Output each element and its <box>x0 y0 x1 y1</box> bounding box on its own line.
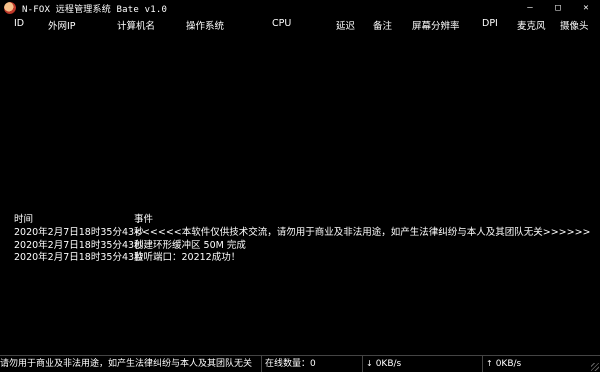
app-fox-icon <box>4 2 16 14</box>
column-header-time[interactable]: 时间 <box>14 211 33 225</box>
log-event: 监听端口：20212成功！ <box>134 252 241 263</box>
log-row[interactable]: 2020年2月7日18时35分43秒 <<<<<<本软件仅供技术交流，请勿用于商… <box>0 224 600 238</box>
log-row[interactable]: 2020年2月7日18时35分43秒 监听端口：20212成功！ <box>0 249 600 263</box>
column-header-resolution[interactable]: 屏幕分辨率 <box>412 18 460 32</box>
arrow-up-icon: ↑ <box>486 359 493 368</box>
window-controls: — □ ✕ <box>516 0 600 16</box>
column-header-external-ip[interactable]: 外网IP <box>48 18 76 32</box>
log-time: 2020年2月7日18时35分43秒 <box>14 252 144 263</box>
status-upload-speed: ↑ 0KB/s <box>482 356 594 372</box>
upload-speed-value: 0KB/s <box>495 359 522 369</box>
event-log[interactable]: 时间 事件 2020年2月7日18时35分43秒 <<<<<<本软件仅供技术交流… <box>0 208 600 354</box>
log-rows: 2020年2月7日18时35分43秒 <<<<<<本软件仅供技术交流，请勿用于商… <box>0 224 600 263</box>
host-list-header: ID 外网IP 计算机名 操作系统 CPU 延迟 备注 屏幕分辨率 DPI 麦克… <box>0 16 600 32</box>
close-button[interactable]: ✕ <box>572 0 600 16</box>
minimize-button[interactable]: — <box>516 0 544 16</box>
column-header-event[interactable]: 事件 <box>134 211 153 225</box>
status-download-speed: ↓ 0KB/s <box>362 356 484 372</box>
download-speed-value: 0KB/s <box>375 359 402 369</box>
arrow-down-icon: ↓ <box>366 359 373 368</box>
column-header-latency[interactable]: 延迟 <box>336 18 355 32</box>
status-notice: 请勿用于商业及非法用途，如产生法律纠纷与本人及其团队无关 <box>0 359 253 369</box>
maximize-button[interactable]: □ <box>544 0 572 16</box>
column-header-dpi[interactable]: DPI <box>482 18 498 29</box>
host-list[interactable] <box>0 32 600 208</box>
column-header-os[interactable]: 操作系统 <box>186 18 224 32</box>
column-header-id[interactable]: ID <box>14 18 24 29</box>
column-header-camera[interactable]: 摄像头 <box>560 18 589 32</box>
title-bar[interactable]: N-FOX 远程管理系统 Bate v1.0 — □ ✕ <box>0 0 600 16</box>
status-bar: 请勿用于商业及非法用途，如产生法律纠纷与本人及其团队无关 在线数量：0 ↓ 0KB… <box>0 355 600 372</box>
column-header-microphone[interactable]: 麦克风 <box>517 18 546 32</box>
column-header-computer-name[interactable]: 计算机名 <box>117 18 155 32</box>
resize-grip-icon[interactable] <box>591 363 599 371</box>
column-header-note[interactable]: 备注 <box>373 18 392 32</box>
column-header-cpu[interactable]: CPU <box>272 18 291 29</box>
status-online-count: 在线数量：0 <box>261 356 363 372</box>
log-row[interactable]: 2020年2月7日18时35分43秒 创建环形缓冲区 50M 完成 <box>0 237 600 251</box>
log-header: 时间 事件 <box>0 211 600 225</box>
window-title: N-FOX 远程管理系统 Bate v1.0 <box>22 4 168 15</box>
